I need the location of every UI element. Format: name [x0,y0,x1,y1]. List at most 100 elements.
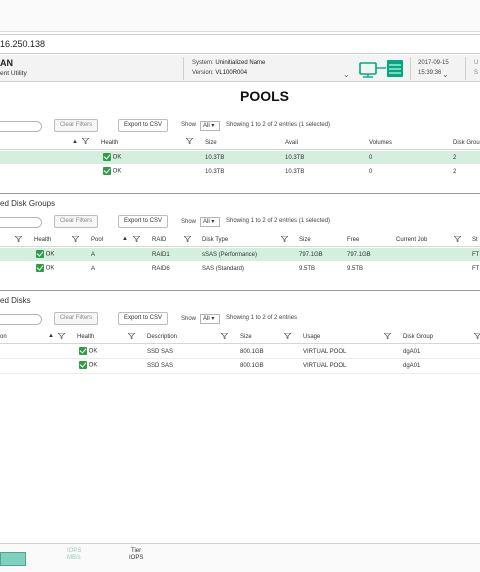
chevron-down-icon[interactable]: ⌄ [343,70,350,79]
pools-show-select[interactable]: All ▾ [200,121,220,131]
divider [0,343,480,344]
dg-col-size[interactable]: Size [299,237,311,243]
disks-filter-input[interactable] [0,314,42,325]
chevron-down-icon: ▾ [211,219,215,225]
address-url[interactable]: 16.250.138 [0,39,45,49]
disks-col-usage[interactable]: Usage [303,334,320,340]
filter-icon[interactable] [186,138,193,146]
table-row[interactable]: OK 10.3TB 10.3TB 0 2 [0,165,480,178]
disk-group: dgA01 [403,349,421,355]
storage-system-icon[interactable] [358,59,406,79]
disks-col-health[interactable]: Health [77,334,94,340]
dg-free: 797.1GB [347,252,371,258]
dg-size: 9.5TB [299,266,316,272]
disks-export-csv-button[interactable]: Export to CSV [118,312,168,325]
filter-icon[interactable] [128,333,135,341]
filter-icon[interactable] [474,333,480,341]
divider [0,149,480,150]
pool-disk-groups: 2 [453,155,457,161]
disk-size: 800.1GB [240,349,264,355]
pool-avail: 10.3TB [285,155,305,161]
disk-groups-clear-filters-button[interactable]: Clear Filters [54,215,98,228]
dg-col-pool[interactable]: Pool [91,237,103,243]
disks-col-location[interactable]: on [0,334,7,340]
dg-col-disk-type[interactable]: Disk Type [202,237,228,243]
dg-col-health[interactable]: Health [34,237,51,243]
disk-groups-export-csv-button[interactable]: Export to CSV [118,215,168,228]
dg-size: 797.1GB [299,252,323,258]
check-icon [36,264,44,272]
dg-col-free[interactable]: Free [347,237,359,243]
filter-icon[interactable] [454,236,461,244]
filter-icon[interactable] [281,236,288,244]
table-row[interactable]: OK A RAID6 SAS (Standard) 9.5TB 9.5TB FT [0,262,480,275]
header-divider-3 [465,57,466,80]
pools-filter-input[interactable] [0,121,42,132]
check-icon [103,167,111,175]
pools-clear-filters-button[interactable]: Clear Filters [54,119,98,132]
chevron-down-icon[interactable]: ⌄ [442,70,449,79]
health-status: OK [36,250,54,258]
version-label: Version: VL100R004 [192,70,248,76]
dg-free: 9.5TB [347,266,364,272]
disk-groups-filter-input[interactable] [0,217,42,228]
filter-icon[interactable] [15,236,22,244]
pool-disk-groups: 2 [453,169,457,175]
filter-icon[interactable] [133,236,140,244]
filter-icon[interactable] [72,236,79,244]
system-name: Uninitialized Name [215,60,266,66]
pools-col-volumes[interactable]: Volumes [369,140,392,146]
filter-icon[interactable] [184,236,191,244]
table-row[interactable]: OK SSD SAS 800.1GB VIRTUAL POOL dgA01 [0,359,480,372]
table-row[interactable]: OK 10.3TB 10.3TB 0 2 [0,151,480,164]
check-icon [36,250,44,258]
dg-col-raid[interactable]: RAID [152,237,166,243]
filter-icon[interactable] [284,333,291,341]
pools-col-disk-groups[interactable]: Disk Grou [453,140,480,146]
table-row[interactable]: OK SSD SAS 800.1GB VIRTUAL POOL dgA01 [0,345,480,358]
disk-usage: VIRTUAL POOL [303,349,347,355]
check-icon [103,153,111,161]
disk-groups-section-title: ed Disk Groups [0,199,56,208]
table-row[interactable]: OK A RAID1 sSAS (Performance) 797.1GB 79… [0,248,480,261]
health-status: OK [103,167,121,175]
disks-show-select[interactable]: All ▾ [200,314,220,324]
app-name: AN [0,58,13,68]
dg-col-status[interactable]: St [472,237,478,243]
disks-show-label: Show [181,316,197,322]
disk-groups-show-select[interactable]: All ▾ [200,217,220,227]
address-bar[interactable]: 16.250.138 [0,34,480,54]
capacity-bar[interactable] [0,552,26,566]
pools-col-size[interactable]: Size [205,140,217,146]
pool-volumes: 0 [369,169,373,175]
pools-col-health[interactable]: Health [101,140,118,146]
user-label-partial: U [474,60,479,66]
pools-col-avail[interactable]: Avail [285,140,298,146]
filter-icon[interactable] [384,333,391,341]
disks-entries-info: Showing 1 to 2 of 2 entries [226,315,298,321]
filter-icon[interactable] [221,333,228,341]
header-divider [183,57,184,80]
disks-col-description[interactable]: Description [147,334,177,340]
iops-label: IOPS [67,548,82,554]
sort-up-icon[interactable]: ▲ [48,333,54,339]
disks-col-size[interactable]: Size [240,334,252,340]
filter-icon[interactable] [82,138,89,146]
section-divider [0,290,480,291]
filter-icon[interactable] [58,333,65,341]
disks-clear-filters-button[interactable]: Clear Filters [54,312,98,325]
tier-iops-label: IOPS [129,555,144,561]
check-icon [79,347,87,355]
version-value: VL100R004 [215,70,248,76]
sort-up-icon[interactable]: ▲ [72,139,78,145]
dg-pool: A [91,266,96,272]
pools-export-csv-button[interactable]: Export to CSV [118,119,168,132]
sort-up-icon[interactable]: ▲ [122,236,128,242]
disks-col-disk-group[interactable]: Disk Group [403,334,433,340]
pools-entries-info: Showing 1 to 2 of 2 entries (1 selected) [226,122,331,128]
header-date: 2017-09-15 [418,60,449,66]
header-divider-2 [410,57,411,80]
dg-col-current-job[interactable]: Current Job [396,237,427,243]
section-divider [0,193,480,194]
disk-usage: VIRTUAL POOL [303,363,347,369]
